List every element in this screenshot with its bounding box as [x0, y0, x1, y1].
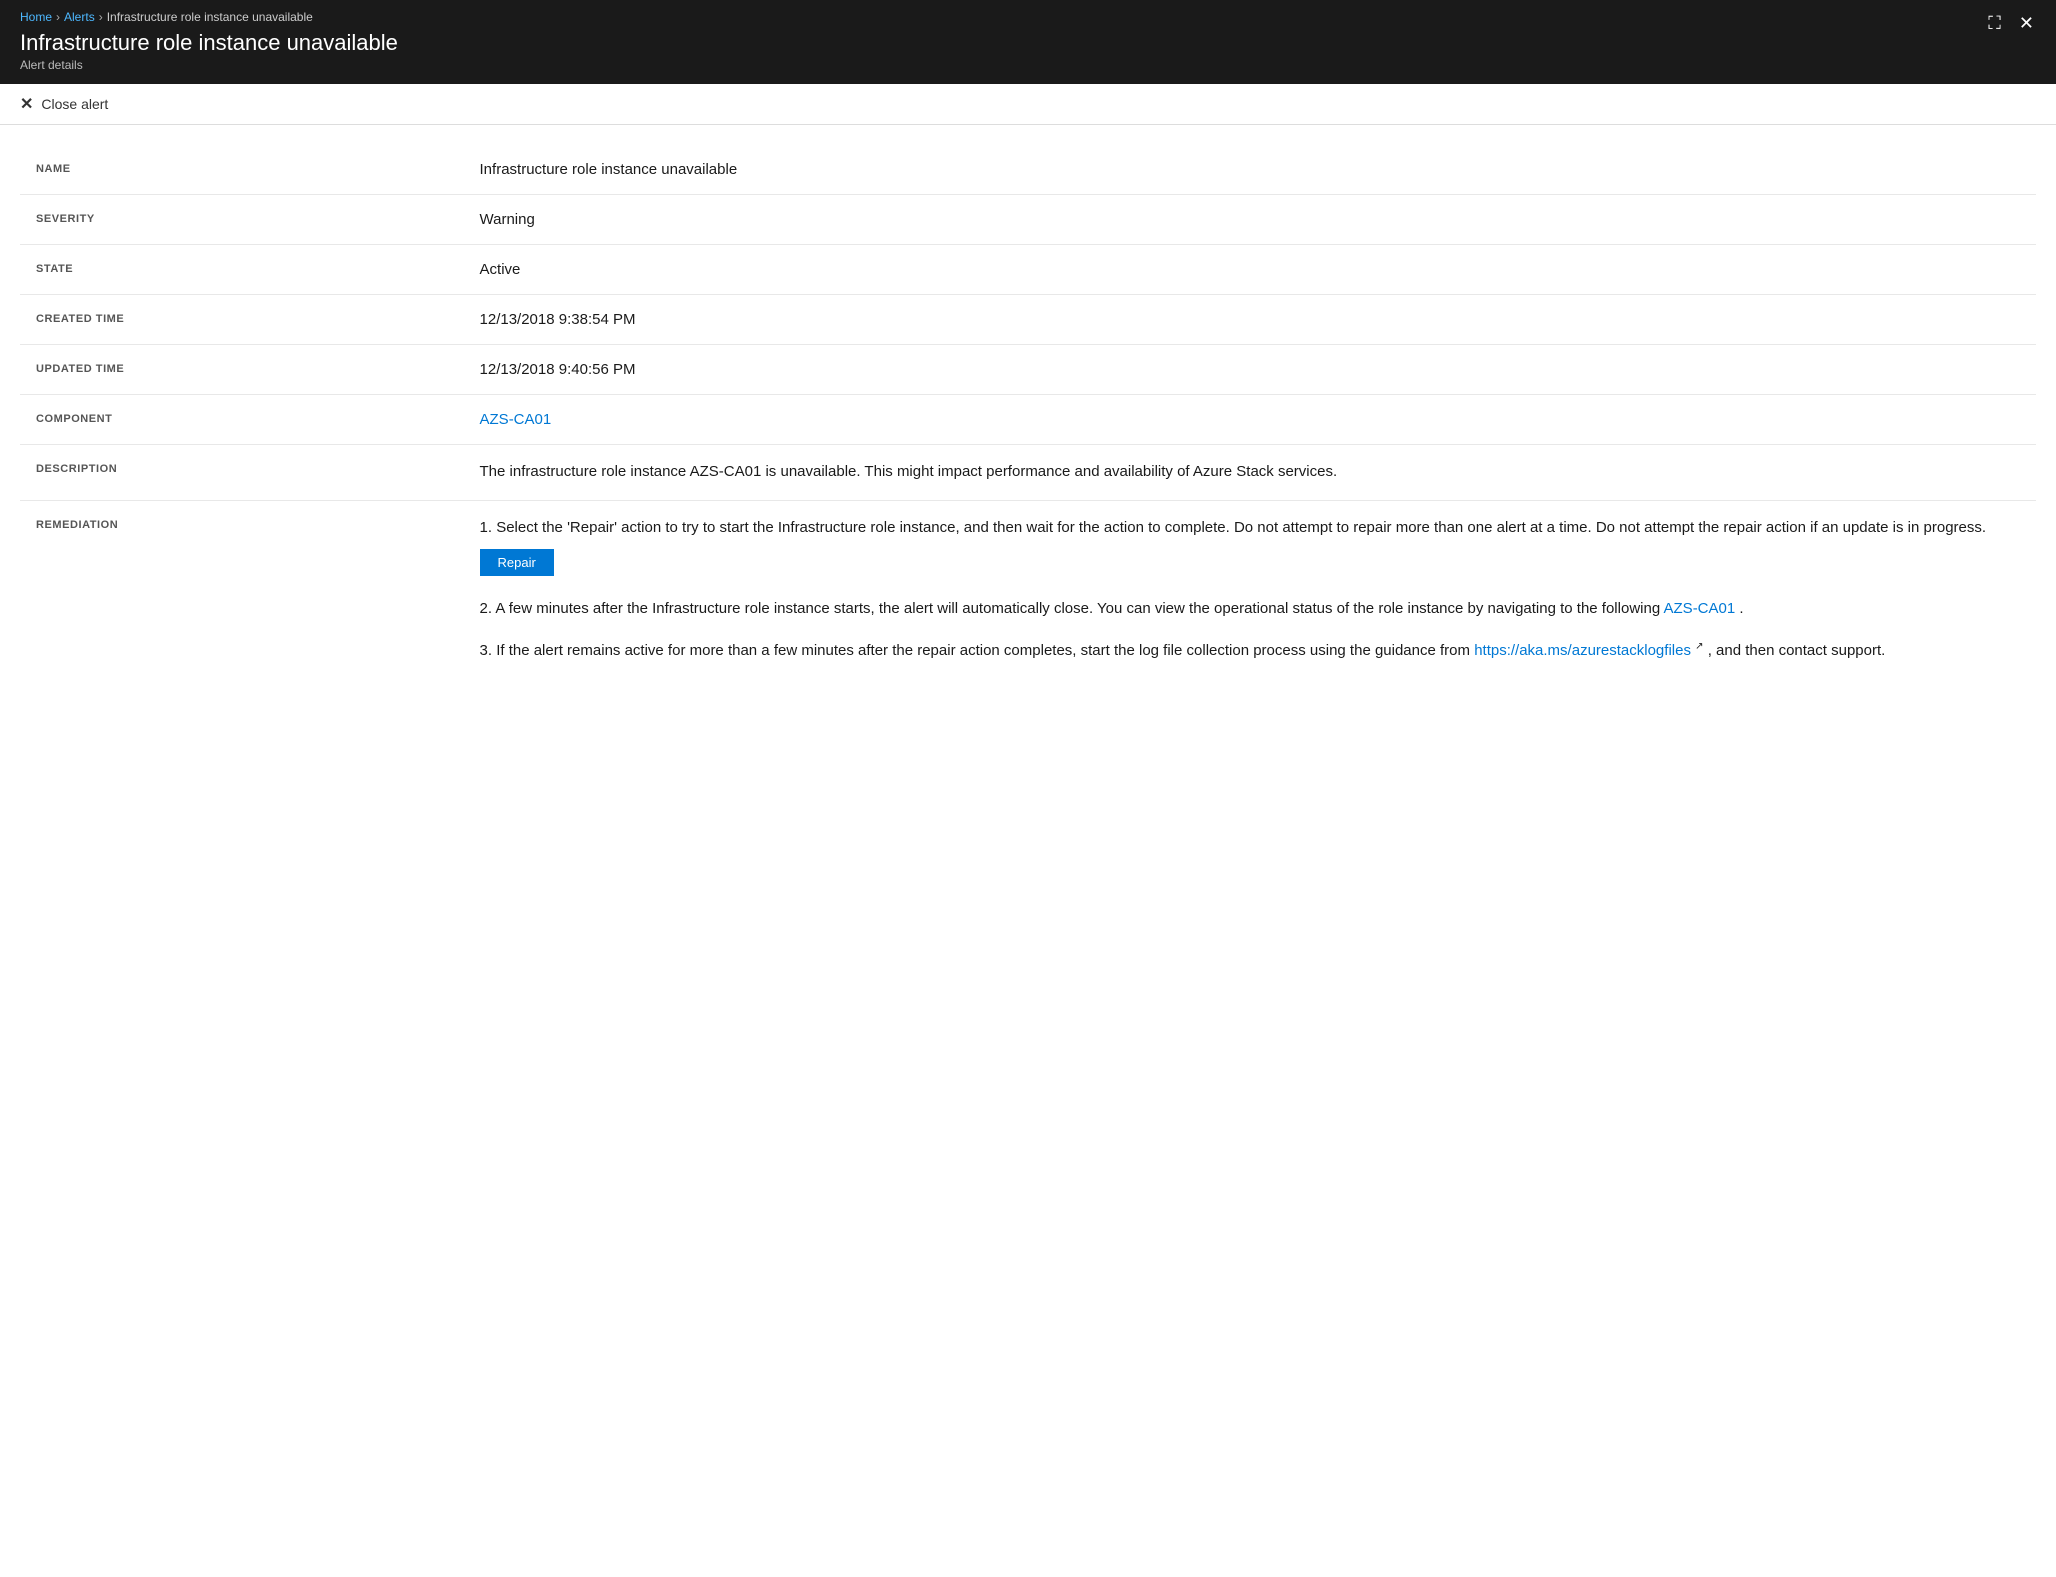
page-subtitle: Alert details — [20, 58, 2036, 72]
created-time-row: CREATED TIME 12/13/2018 9:38:54 PM — [20, 295, 2036, 345]
updated-time-value: 12/13/2018 9:40:56 PM — [464, 345, 2036, 395]
toolbar: ✕ Close alert — [0, 84, 2056, 125]
description-value: The infrastructure role instance AZS-CA0… — [464, 445, 2036, 501]
page-title: Infrastructure role instance unavailable — [20, 30, 2036, 56]
remediation-step-2: 2. A few minutes after the Infrastructur… — [480, 598, 2026, 621]
close-button[interactable]: ✕ — [2017, 12, 2036, 34]
maximize-button[interactable]: ⛶ — [1986, 12, 2003, 34]
name-row: NAME Infrastructure role instance unavai… — [20, 145, 2036, 195]
state-row: STATE Active — [20, 245, 2036, 295]
remediation-step2-link[interactable]: AZS-CA01 — [1664, 600, 1736, 617]
fields-table: NAME Infrastructure role instance unavai… — [20, 145, 2036, 696]
remediation-step2-part1: 2. A few minutes after the Infrastructur… — [480, 600, 1661, 617]
close-alert-button[interactable]: ✕ Close alert — [20, 94, 108, 114]
severity-value: Warning — [464, 195, 2036, 245]
remediation-step2-text: 2. A few minutes after the Infrastructur… — [480, 600, 1744, 617]
name-value: Infrastructure role instance unavailable — [464, 145, 2036, 195]
description-label: DESCRIPTION — [20, 445, 464, 501]
breadcrumb-current: Infrastructure role instance unavailable — [107, 10, 313, 24]
close-x-icon: ✕ — [20, 94, 33, 114]
remediation-step3-text: 3. If the alert remains active for more … — [480, 642, 1886, 659]
repair-button[interactable]: Repair — [480, 549, 554, 576]
remediation-step2-part2: . — [1739, 600, 1743, 617]
created-time-value: 12/13/2018 9:38:54 PM — [464, 295, 2036, 345]
created-time-label: CREATED TIME — [20, 295, 464, 345]
remediation-step-3: 3. If the alert remains active for more … — [480, 639, 2026, 663]
breadcrumb-home[interactable]: Home — [20, 10, 52, 24]
close-alert-label: Close alert — [41, 96, 108, 112]
remediation-step1-text: 1. Select the 'Repair' action to try to … — [480, 519, 1987, 536]
updated-time-row: UPDATED TIME 12/13/2018 9:40:56 PM — [20, 345, 2036, 395]
severity-label: SEVERITY — [20, 195, 464, 245]
component-value: AZS-CA01 — [464, 395, 2036, 445]
remediation-step3-part2: , and then contact support. — [1708, 642, 1886, 659]
state-label: STATE — [20, 245, 464, 295]
breadcrumb-sep-2: › — [99, 10, 103, 24]
breadcrumb-alerts[interactable]: Alerts — [64, 10, 95, 24]
remediation-content: 1. Select the 'Repair' action to try to … — [464, 500, 2036, 696]
name-label: NAME — [20, 145, 464, 195]
external-link-icon: ↗ — [1695, 641, 1703, 652]
component-link[interactable]: AZS-CA01 — [480, 411, 552, 428]
component-label: COMPONENT — [20, 395, 464, 445]
severity-row: SEVERITY Warning — [20, 195, 2036, 245]
remediation-label: REMEDIATION — [20, 500, 464, 696]
state-value: Active — [464, 245, 2036, 295]
header-actions: ⛶ ✕ — [1986, 12, 2036, 34]
component-row: COMPONENT AZS-CA01 — [20, 395, 2036, 445]
remediation-step-1: 1. Select the 'Repair' action to try to … — [480, 517, 2026, 581]
content: NAME Infrastructure role instance unavai… — [0, 125, 2056, 726]
description-row: DESCRIPTION The infrastructure role inst… — [20, 445, 2036, 501]
remediation-row: REMEDIATION 1. Select the 'Repair' actio… — [20, 500, 2036, 696]
remediation-step3-link[interactable]: https://aka.ms/azurestacklogfiles — [1474, 642, 1691, 659]
remediation-step3-part1: 3. If the alert remains active for more … — [480, 642, 1471, 659]
header: Home › Alerts › Infrastructure role inst… — [0, 0, 2056, 84]
updated-time-label: UPDATED TIME — [20, 345, 464, 395]
breadcrumb-sep-1: › — [56, 10, 60, 24]
breadcrumb: Home › Alerts › Infrastructure role inst… — [20, 10, 2036, 24]
